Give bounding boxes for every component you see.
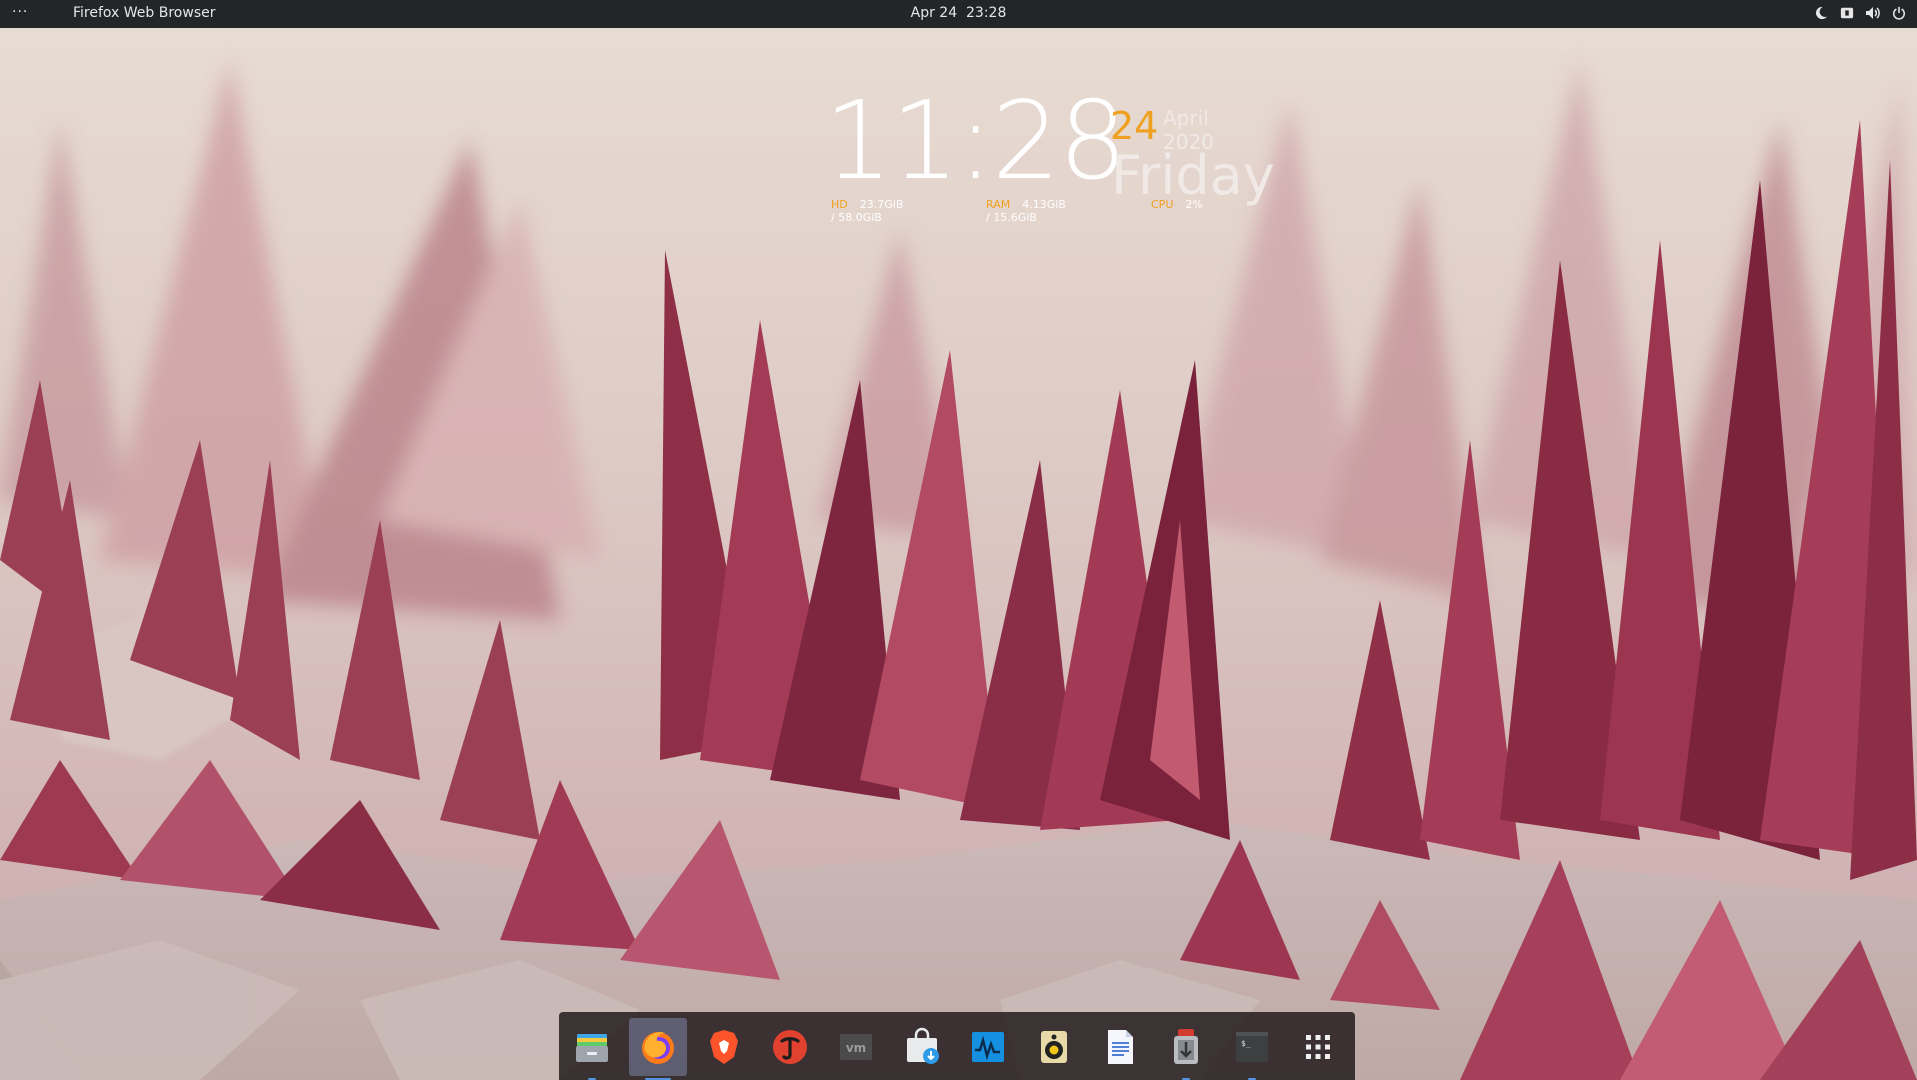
stat-label: HD: [831, 198, 848, 211]
stat-label: CPU: [1151, 198, 1174, 211]
dock-item-app-grid[interactable]: [1289, 1018, 1347, 1076]
brave-icon: [710, 1030, 738, 1064]
files-icon: [576, 1034, 608, 1062]
terminal-icon: $_: [1236, 1032, 1268, 1062]
clock-date: Apr 24: [910, 5, 958, 21]
dock-item-software-store[interactable]: [893, 1018, 951, 1076]
clock-button[interactable]: Apr 24 23:28: [911, 5, 1007, 21]
svg-text:$_: $_: [1241, 1039, 1251, 1048]
system-tray: [1813, 5, 1907, 21]
keyboard-layout-icon[interactable]: [1839, 5, 1855, 21]
transmission-icon: [1174, 1029, 1198, 1064]
dock-item-rhythmbox[interactable]: [1025, 1018, 1083, 1076]
clock: Apr 24 23:28: [0, 5, 1917, 21]
conky-hd-stat: HD 23.7GiB / 58.0GiB: [831, 198, 903, 224]
dock-item-typora[interactable]: [761, 1018, 819, 1076]
firefox-icon: [642, 1032, 674, 1064]
app-menu-button[interactable]: ···: [12, 4, 28, 20]
system-monitor-icon: [972, 1032, 1004, 1062]
dock: vm $_: [559, 1012, 1355, 1080]
typora-icon: [773, 1030, 807, 1064]
dock-item-terminal[interactable]: $_: [1223, 1018, 1281, 1080]
dock-item-text-editor[interactable]: [1091, 1018, 1149, 1076]
conky-day: 24: [1110, 104, 1159, 148]
active-app-name[interactable]: Firefox Web Browser: [73, 5, 216, 21]
volume-icon[interactable]: [1865, 5, 1881, 21]
stat-label: RAM: [986, 198, 1011, 211]
dock-item-brave[interactable]: [695, 1018, 753, 1076]
vmware-icon: vm: [840, 1034, 872, 1060]
app-grid-icon: [1306, 1035, 1330, 1059]
clock-time: 23:28: [966, 5, 1007, 21]
software-store-icon: [907, 1027, 939, 1064]
dock-item-system-monitor[interactable]: [959, 1018, 1017, 1076]
text-editor-icon: [1108, 1030, 1133, 1064]
conky-cpu-stat: CPU 2%: [1151, 198, 1203, 211]
dock-item-vmware[interactable]: vm: [827, 1018, 885, 1076]
night-light-icon[interactable]: [1813, 5, 1829, 21]
conky-ram-stat: RAM 4.13GiB / 15.6GiB: [986, 198, 1066, 224]
power-icon[interactable]: [1891, 5, 1907, 21]
stat-value: 2%: [1185, 198, 1203, 211]
dock-item-transmission[interactable]: [1157, 1018, 1215, 1080]
dock-item-firefox[interactable]: [629, 1018, 687, 1080]
dock-item-files[interactable]: [563, 1018, 621, 1080]
svg-text:vm: vm: [846, 1041, 866, 1055]
rhythmbox-icon: [1041, 1031, 1067, 1063]
conky-time: 11:28: [824, 79, 1127, 204]
top-bar: ··· Firefox Web Browser Apr 24 23:28: [0, 0, 1917, 28]
